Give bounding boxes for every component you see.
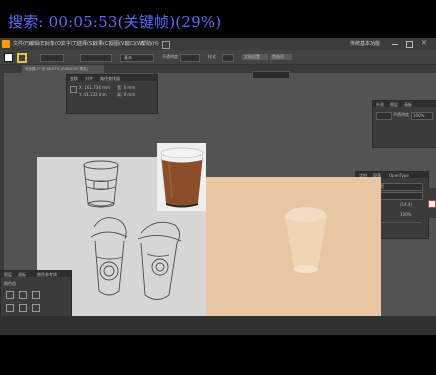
- video-letterbox: [0, 335, 436, 375]
- control-bar: 基本 不透明度 样式 文档设置 首选项: [0, 50, 436, 65]
- transform-panel: 变换 对齐 路径查找器 X: 161.734 mm Y: 41.133 mm 宽…: [66, 74, 158, 114]
- layer-button-icon[interactable]: [6, 304, 14, 312]
- x-field[interactable]: X: 161.734 mm: [79, 85, 110, 91]
- tab-layers-bottom[interactable]: 图层: [4, 272, 12, 278]
- coffee-cup-graphic: [160, 147, 204, 208]
- menu-file[interactable]: 文件(F): [13, 40, 30, 48]
- opacity-field[interactable]: [180, 54, 200, 62]
- panel-opacity-label: 不透明度: [393, 112, 409, 117]
- floating-toolbar[interactable]: [252, 71, 290, 79]
- panel-blend-select[interactable]: [376, 112, 392, 120]
- document-setup-button[interactable]: 文档设置: [242, 54, 268, 60]
- y-field[interactable]: Y: 41.133 mm: [79, 92, 107, 98]
- layers-panel: 图层 画板 颜色参考线 颜色组: [0, 270, 72, 318]
- tab-transform[interactable]: 变换: [70, 76, 78, 82]
- leading-field[interactable]: (14.4): [400, 202, 412, 208]
- stroke-weight-field[interactable]: [40, 54, 64, 62]
- tab-appearance[interactable]: 外观: [376, 102, 384, 108]
- maximize-icon[interactable]: [406, 41, 413, 48]
- brush-label: 基本: [124, 55, 132, 60]
- layer-button-icon[interactable]: [19, 304, 27, 312]
- right-collapsed-panel: [426, 188, 436, 218]
- tab-artboards-bottom[interactable]: 画板: [18, 272, 26, 278]
- menu-effect[interactable]: 效果(C): [93, 40, 110, 48]
- brush-definition-select[interactable]: 基本: [120, 54, 154, 62]
- preferences-button[interactable]: 首选项: [270, 54, 292, 60]
- document-setup-label: 文档设置: [244, 54, 260, 59]
- horizontal-scale-field[interactable]: 100%: [400, 212, 411, 218]
- tools-panel: [0, 73, 4, 283]
- width-field[interactable]: 宽: 0 mm: [117, 85, 135, 91]
- tab-layers[interactable]: 图层: [390, 102, 398, 108]
- preferences-label: 首选项: [272, 54, 284, 59]
- menu-select[interactable]: 选择(S): [77, 40, 94, 48]
- menu-help[interactable]: 帮助(H): [141, 40, 159, 48]
- tab-pathfinder[interactable]: 路径查找器: [100, 76, 120, 82]
- search-timestamp-text: 搜索: 00:05:53(关键帧)(29%): [8, 13, 222, 31]
- layer-button-icon[interactable]: [32, 304, 40, 312]
- opacity-label: 不透明度: [162, 54, 178, 59]
- document-tab-title: 未标题-1* @ 66.67% (RGB/GPU 预览): [25, 67, 88, 71]
- layer-button-icon[interactable]: [32, 291, 40, 299]
- document-tab[interactable]: 未标题-1* @ 66.67% (RGB/GPU 预览): [22, 65, 104, 73]
- style-select[interactable]: [222, 54, 234, 62]
- workspace-switcher[interactable]: 传统基本功能: [350, 40, 380, 48]
- menu-type[interactable]: 文字(T): [61, 40, 78, 48]
- status-bar: [0, 316, 436, 335]
- variable-width-field[interactable]: [80, 54, 112, 62]
- illustrator-window: 文件(F) 编辑(E) 对象(O) 文字(T) 选择(S) 效果(C) 视图(V…: [0, 38, 436, 335]
- document-tab-bar: 未标题-1* @ 66.67% (RGB/GPU 预览): [0, 65, 436, 73]
- tab-color-guide[interactable]: 颜色参考线: [37, 272, 57, 278]
- menu-edit[interactable]: 编辑(E): [29, 40, 46, 48]
- color-group-label: 颜色组: [4, 281, 16, 286]
- layer-button-icon[interactable]: [6, 291, 14, 299]
- panel-opacity-value: 100%: [413, 113, 425, 118]
- tab-artboards[interactable]: 画板: [404, 102, 412, 108]
- color-swatch-icon[interactable]: [428, 200, 436, 208]
- fill-swatch[interactable]: [4, 53, 13, 62]
- close-icon[interactable]: ✕: [421, 39, 427, 47]
- menu-bar: 文件(F) 编辑(E) 对象(O) 文字(T) 选择(S) 效果(C) 视图(V…: [0, 38, 436, 50]
- panel-opacity-field[interactable]: 100%: [411, 112, 433, 120]
- plastic-cup-icon: [285, 207, 327, 273]
- menu-view[interactable]: 视图(V): [109, 40, 126, 48]
- video-overlay-banner: 搜索: 00:05:53(关键帧)(29%): [0, 0, 436, 38]
- style-label: 样式: [208, 54, 216, 59]
- stroke-swatch[interactable]: [17, 53, 27, 63]
- layer-button-icon[interactable]: [19, 291, 27, 299]
- minimize-icon[interactable]: [392, 44, 398, 45]
- reference-point-icon[interactable]: [70, 86, 77, 93]
- height-field[interactable]: 高: 0 mm: [117, 92, 135, 98]
- tab-opentype[interactable]: OpenType: [389, 173, 409, 179]
- tab-align[interactable]: 对齐: [85, 76, 93, 82]
- peach-artboard[interactable]: [206, 177, 381, 335]
- coffee-cup-photo[interactable]: [157, 143, 206, 211]
- appearance-panel: 外观 图层 画板 不透明度 100%: [372, 100, 436, 148]
- app-logo-icon: [2, 40, 10, 48]
- grid-icon[interactable]: [162, 41, 170, 49]
